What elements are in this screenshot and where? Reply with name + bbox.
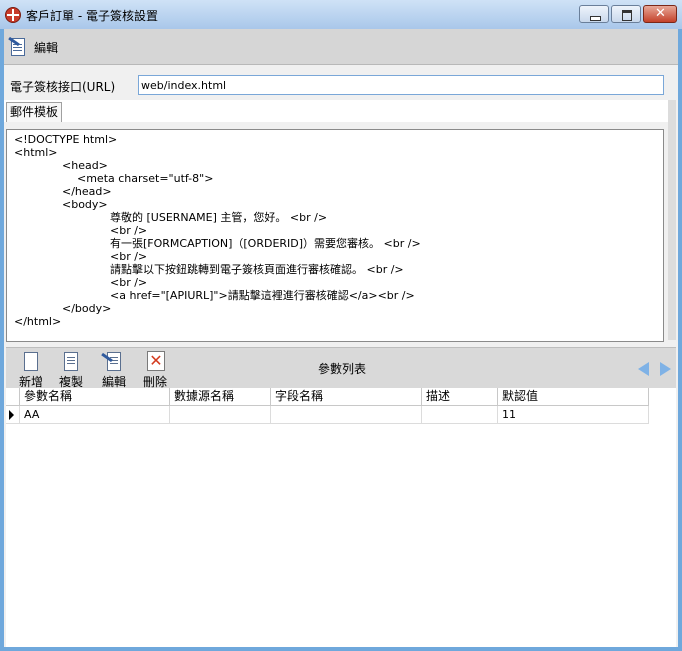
default-value-cell[interactable]: 11: [498, 406, 649, 424]
description-cell[interactable]: [422, 406, 498, 424]
current-row-icon: [9, 410, 14, 420]
column-header[interactable]: 數據源名稱: [170, 388, 271, 406]
code-line: <a href="[APIURL]">請點擊這裡進行審核確認</a><br />: [110, 289, 415, 302]
template-editor[interactable]: <!DOCTYPE html> <html> <head> <meta char…: [6, 129, 664, 342]
params-list-title: 參數列表: [318, 362, 367, 376]
code-line: <br />: [110, 224, 148, 237]
edit-button-label: 編輯: [34, 40, 59, 55]
tab-mail-template[interactable]: 郵件模板: [6, 102, 62, 122]
edit-document-icon: [107, 352, 121, 371]
code-line: </head>: [62, 185, 112, 198]
copy-document-icon: [64, 352, 78, 371]
code-line: <body>: [62, 198, 108, 211]
url-row: 電子簽核接口(URL): [4, 65, 678, 97]
code-line: <!DOCTYPE html>: [14, 133, 118, 146]
code-line: <br />: [110, 276, 148, 289]
url-label: 電子簽核接口(URL): [10, 80, 116, 94]
window-title: 客戶訂單 - 電子簽核設置: [26, 9, 158, 23]
code-line: <html>: [14, 146, 58, 159]
row-selector[interactable]: [6, 406, 20, 424]
code-line: 尊敬的 [USERNAME] 主管，您好。 <br />: [110, 211, 328, 224]
datasource-name-cell[interactable]: [170, 406, 271, 424]
copy-param-button[interactable]: 複製: [54, 350, 88, 389]
params-grid: 參數名稱 數據源名稱 字段名稱 描述 默認值 AA 11: [6, 388, 676, 647]
code-line: <head>: [62, 159, 108, 172]
code-line: </html>: [14, 315, 62, 328]
previous-arrow-icon[interactable]: [638, 362, 649, 376]
maximize-button[interactable]: [611, 5, 641, 23]
field-name-cell[interactable]: [271, 406, 422, 424]
close-icon: ✕: [655, 6, 666, 21]
url-input[interactable]: [138, 75, 664, 95]
close-button[interactable]: ✕: [643, 5, 677, 23]
code-line: 有一張[FORMCAPTION]（[ORDERID]）需要您審核。 <br />: [110, 237, 421, 250]
code-line: 請點擊以下按鈕跳轉到電子簽核頁面進行審核確認。 <br />: [110, 263, 404, 276]
delete-param-button[interactable]: ✕ 刪除: [138, 350, 172, 389]
minimize-button[interactable]: [579, 5, 609, 23]
next-arrow-icon[interactable]: [660, 362, 671, 376]
delete-icon: ✕: [147, 351, 165, 371]
code-line: <meta charset="utf-8">: [77, 172, 214, 185]
title-bar[interactable]: 客戶訂單 - 電子簽核設置 ✕: [0, 0, 682, 29]
column-header[interactable]: 字段名稱: [271, 388, 422, 406]
application-window: 客戶訂單 - 電子簽核設置 ✕ 編輯 電子簽核接口(URL) 郵件模板: [0, 0, 682, 651]
add-param-button[interactable]: 新增: [14, 350, 48, 389]
column-header[interactable]: 默認值: [498, 388, 649, 406]
edit-param-button[interactable]: 編輯: [97, 350, 131, 389]
main-toolbar: 編輯: [4, 29, 678, 65]
code-line: </body>: [62, 302, 112, 315]
app-icon: [5, 7, 21, 23]
edit-document-icon: [8, 36, 28, 58]
tab-strip: 郵件模板: [4, 100, 670, 122]
params-toolbar: 新增 複製 編輯 ✕ 刪除 參數列表: [6, 347, 676, 389]
code-line: <br />: [110, 250, 148, 263]
row-indicator-header: [6, 388, 20, 406]
edit-button[interactable]: 編輯: [8, 35, 58, 59]
param-name-cell[interactable]: AA: [20, 406, 170, 424]
new-document-icon: [24, 352, 38, 371]
column-header[interactable]: 描述: [422, 388, 498, 406]
column-header[interactable]: 參數名稱: [20, 388, 170, 406]
client-area: 編輯 電子簽核接口(URL) 郵件模板 <!DOCTYPE html> <htm…: [4, 29, 678, 647]
editor-scrollbar[interactable]: [668, 100, 676, 340]
